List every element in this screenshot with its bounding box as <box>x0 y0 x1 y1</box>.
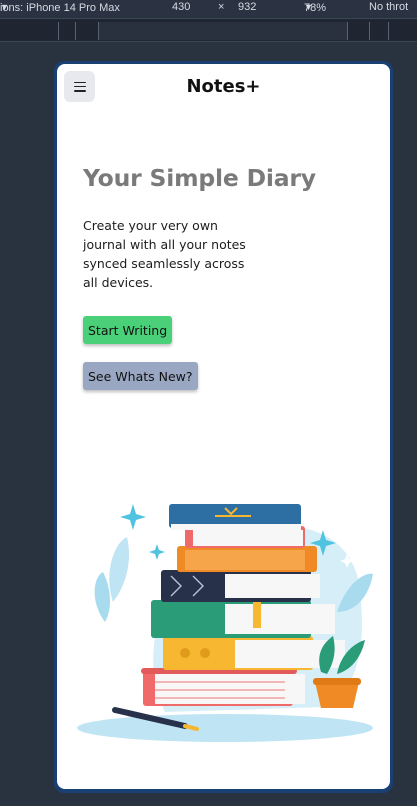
height-input[interactable]: 932 <box>238 1 256 13</box>
dimension-separator: × <box>218 1 225 13</box>
hero-title: Your Simple Diary <box>83 164 316 192</box>
devtools-device-toolbar: ions: iPhone 14 Pro Max ▼ 430 × 932 78% … <box>0 0 417 16</box>
width-input[interactable]: 430 <box>172 1 190 13</box>
chevron-down-icon: ▼ <box>0 2 9 12</box>
start-writing-button[interactable]: Start Writing <box>83 316 173 344</box>
app-screen: Notes+ Your Simple Diary Create your ver… <box>57 64 390 789</box>
brand-title: Notes+ <box>186 76 261 97</box>
whats-new-button[interactable]: See Whats New? <box>83 362 198 390</box>
book-stack-illustration <box>77 504 373 742</box>
chevron-down-icon: ▼ <box>304 2 313 12</box>
hero-description: Create your very own journal with all yo… <box>83 218 246 290</box>
throttle-select[interactable]: No throt <box>369 1 408 13</box>
media-query-ruler <box>0 18 417 42</box>
